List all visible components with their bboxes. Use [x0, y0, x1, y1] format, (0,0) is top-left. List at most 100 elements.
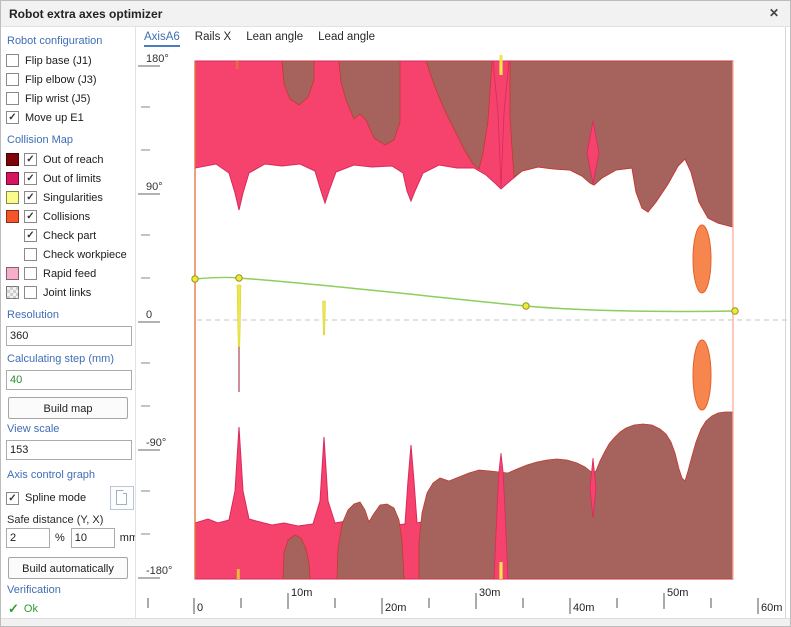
tab-axisa6[interactable]: AxisA6	[144, 31, 180, 47]
singularity-line	[323, 301, 326, 335]
percent-unit-label: %	[55, 532, 65, 544]
robot-extra-axes-optimizer-dialog: Robot extra axes optimizer ✕ Robot confi…	[0, 0, 791, 627]
collision-map-legend: ✓ Out of reach ✓ Out of limits ✓ Singularitie…	[6, 150, 134, 302]
axis-control-spline	[195, 277, 735, 311]
option-label: Out of reach	[43, 154, 104, 166]
singularity-tick	[499, 562, 502, 579]
view-scale-label: View scale	[7, 423, 134, 435]
close-icon[interactable]: ✕	[766, 5, 782, 21]
safe-distance-x-input[interactable]	[71, 528, 115, 548]
checkbox[interactable]	[6, 92, 19, 105]
robot-configuration-options: Flip base (J1) Flip elbow (J3) Flip wrist …	[6, 51, 134, 127]
legend-swatch	[6, 153, 19, 166]
legend-swatch	[6, 210, 19, 223]
x-axis-tick-label: 40m	[573, 602, 594, 614]
option-row: Rapid feed	[6, 264, 134, 283]
checkbox[interactable]: ✓	[24, 229, 37, 242]
y-axis-tick-label: -90°	[146, 437, 166, 449]
out-of-reach-bottom-region	[337, 502, 404, 579]
tab-lead-angle[interactable]: Lead angle	[318, 31, 375, 47]
x-axis-tick-label: 60m	[761, 602, 782, 614]
graph-document-button[interactable]	[110, 486, 134, 510]
safe-distance-y-input[interactable]	[6, 528, 50, 548]
robot-configuration-label: Robot configuration	[7, 35, 134, 47]
option-label: Flip elbow (J3)	[25, 74, 97, 86]
checkbox[interactable]	[24, 267, 37, 280]
option-label: Out of limits	[43, 173, 101, 185]
y-axis-tick-label: 180°	[146, 53, 169, 65]
checkbox[interactable]	[6, 54, 19, 67]
option-row: Joint links	[6, 283, 134, 302]
option-row: ✓Move up E1	[6, 108, 134, 127]
verification-status-text: Ok	[24, 603, 38, 615]
checkbox[interactable]: ✓	[6, 111, 19, 124]
out-of-reach-top-region	[510, 61, 733, 227]
view-scale-input[interactable]	[6, 440, 132, 460]
calculating-step-input[interactable]	[6, 370, 132, 390]
legend-swatch	[6, 191, 19, 204]
collision-map-chart[interactable]: 180°90°0-90°-180°010m20m30m40m50m60m	[136, 27, 791, 618]
x-axis-tick-label: 50m	[667, 587, 688, 599]
verification-status-row: ✓ Ok	[8, 600, 134, 618]
option-row: Flip base (J1)	[6, 51, 134, 70]
option-label: Flip wrist (J5)	[25, 93, 90, 105]
singularity-line	[237, 285, 241, 347]
checkbox[interactable]	[24, 286, 37, 299]
option-row: Flip wrist (J5)	[6, 89, 134, 108]
option-label: Flip base (J1)	[25, 55, 92, 67]
option-row: ✓ Check part	[6, 226, 134, 245]
spline-mode-row: ✓ Spline mode	[6, 485, 134, 511]
spline-mode-checkbox[interactable]: ✓	[6, 492, 19, 505]
x-axis-tick-label: 10m	[291, 587, 312, 599]
calculating-step-label: Calculating step (mm)	[7, 353, 134, 365]
resolution-label: Resolution	[7, 309, 134, 321]
resolution-input[interactable]	[6, 326, 132, 346]
collision-map-label: Collision Map	[7, 134, 134, 146]
tab-lean-angle[interactable]: Lean angle	[246, 31, 303, 47]
checkbox[interactable]: ✓	[24, 153, 37, 166]
tab-rails-x[interactable]: Rails X	[195, 31, 231, 47]
singularity-tick	[499, 55, 502, 75]
title-bar: Robot extra axes optimizer ✕	[1, 1, 790, 27]
x-axis-tick-label: 30m	[479, 587, 500, 599]
panel-right-separator	[785, 27, 786, 618]
option-label: Singularities	[43, 192, 103, 204]
option-label: Check part	[43, 230, 96, 242]
checkbox[interactable]	[6, 73, 19, 86]
legend-swatch	[6, 172, 19, 185]
option-label: Joint links	[43, 287, 91, 299]
verification-label: Verification	[7, 584, 134, 596]
checkbox[interactable]: ✓	[24, 191, 37, 204]
option-row: ✓ Out of reach	[6, 150, 134, 169]
collision-ellipse	[693, 225, 711, 293]
y-axis-tick-label: -180°	[146, 565, 172, 577]
y-axis-tick-label: 0	[146, 309, 152, 321]
checkbox[interactable]: ✓	[24, 172, 37, 185]
x-axis-tick-label: 20m	[385, 602, 406, 614]
sidebar: Robot configuration Flip base (J1) Flip e…	[1, 27, 134, 618]
checkbox[interactable]	[24, 248, 37, 261]
option-label: Check workpiece	[43, 249, 127, 261]
option-row: ✓ Collisions	[6, 207, 134, 226]
spline-control-point	[732, 308, 738, 314]
tab-bar: AxisA6 Rails X Lean angle Lead angle	[144, 31, 375, 47]
option-row: Flip elbow (J3)	[6, 70, 134, 89]
legend-swatch	[6, 286, 19, 299]
y-axis-tick-label: 90°	[146, 181, 163, 193]
build-automatically-button[interactable]: Build automatically	[8, 557, 128, 579]
spline-control-point	[523, 303, 529, 309]
safe-distance-label: Safe distance (Y, X)	[7, 514, 134, 526]
out-of-reach-bottom-region	[419, 412, 733, 579]
option-label: Rapid feed	[43, 268, 96, 280]
collision-ellipse	[693, 340, 711, 410]
legend-swatch	[6, 267, 19, 280]
axis-control-graph-label: Axis control graph	[7, 469, 134, 481]
checkbox[interactable]: ✓	[24, 210, 37, 223]
verification-check-icon: ✓	[8, 601, 19, 617]
singularity-tick	[237, 569, 240, 579]
option-row: Check workpiece	[6, 245, 134, 264]
spline-control-point	[192, 276, 198, 282]
build-map-button[interactable]: Build map	[8, 397, 128, 419]
chart-panel: AxisA6 Rails X Lean angle Lead angle 180° 90…	[135, 27, 791, 618]
option-label: Collisions	[43, 211, 90, 223]
